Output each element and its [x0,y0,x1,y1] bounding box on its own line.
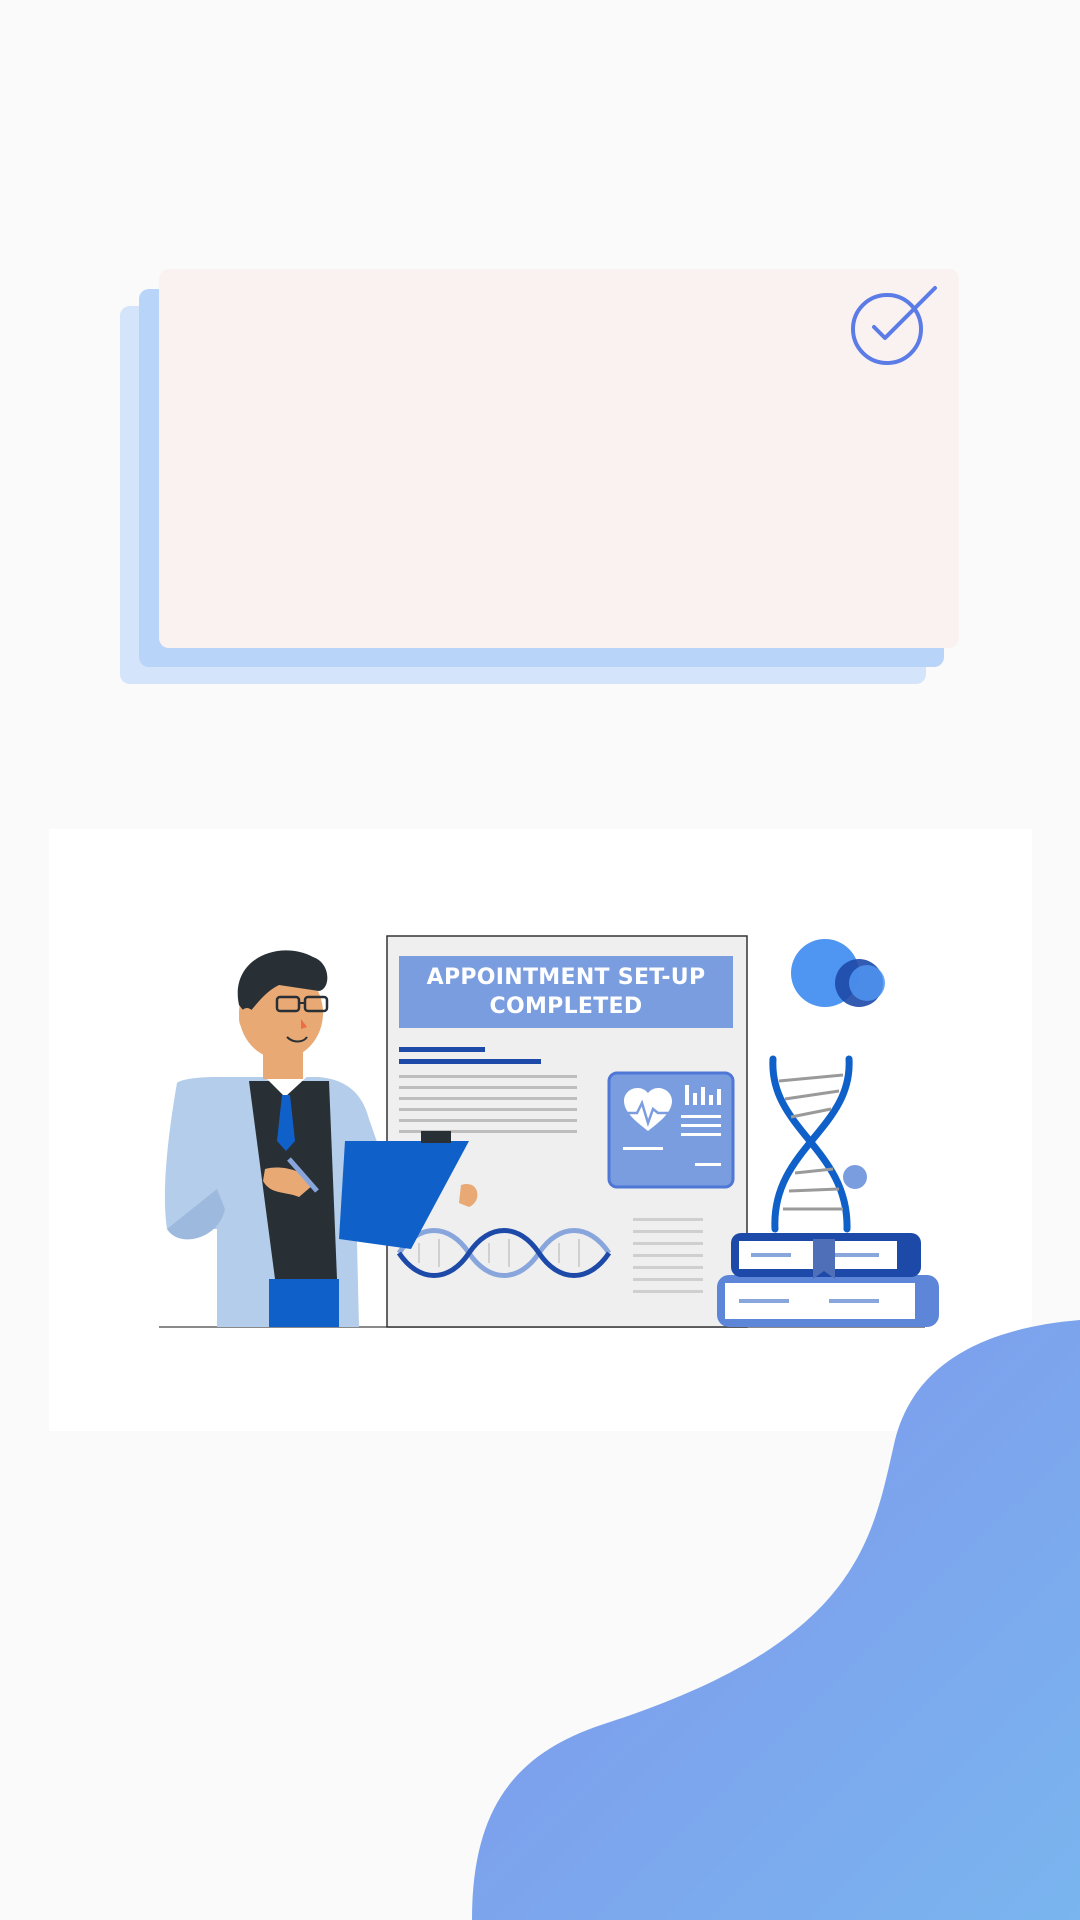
doctor-illustration: APPOINTMENT SET-UP COMPLETED [49,829,1032,1431]
confirmation-card [159,269,959,648]
bubble-decoration [791,939,885,1007]
illustration-artwork [159,935,939,1328]
title-line-1: APPOINTMENT SET-UP [426,965,706,990]
book-stack-icon [717,1233,939,1327]
dna-helix-icon [769,1055,867,1233]
title-line-2: COMPLETED [489,994,643,1019]
heart-monitor-icon [607,1071,735,1189]
check-circle-icon [851,286,937,365]
confirmation-screen: APPOINTMENT SET-UP COMPLETED [0,0,1080,1920]
appointment-status-title: APPOINTMENT SET-UP COMPLETED [399,956,733,1028]
